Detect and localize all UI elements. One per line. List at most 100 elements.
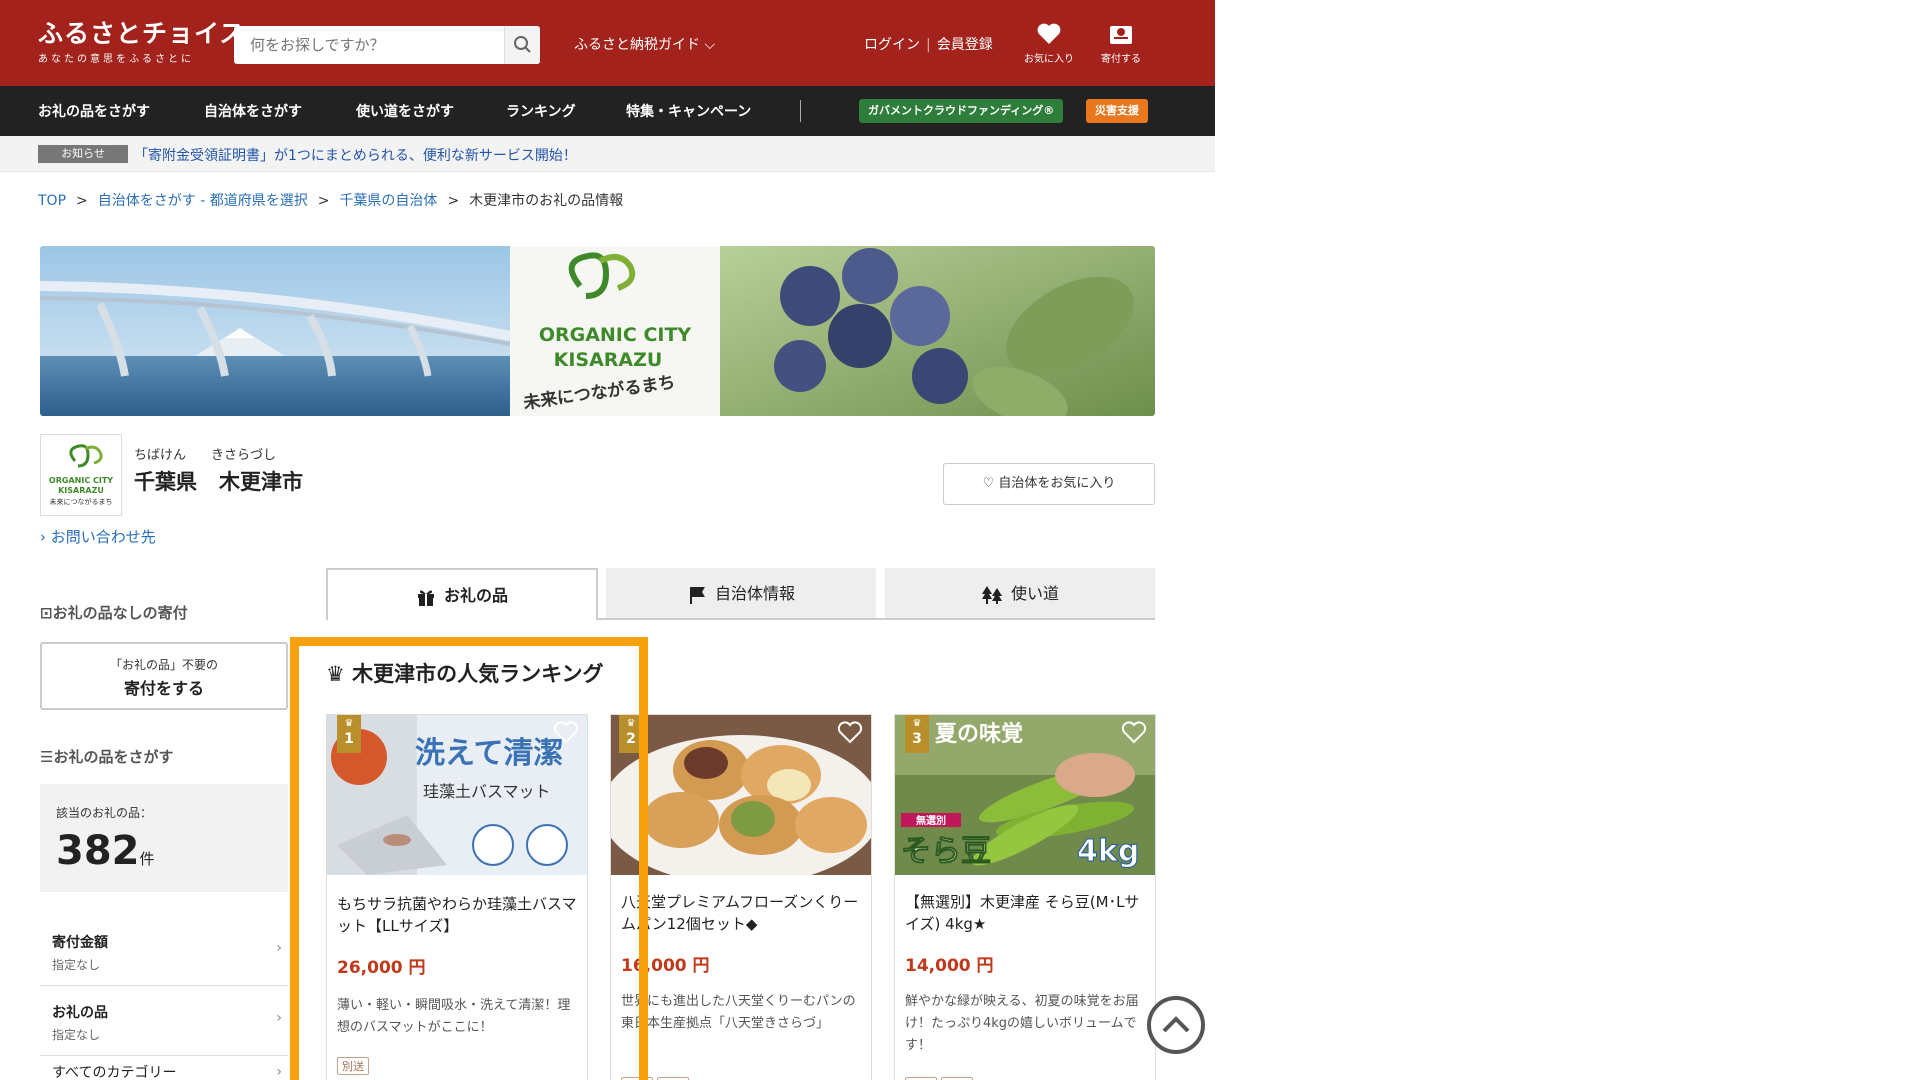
- flag-icon: [689, 586, 705, 604]
- product-description: 鮮やかな緑が映える、初夏の味覚をお届け！たっぷり4kgの嬉しいボリュームです！: [905, 994, 1139, 1053]
- chevron-right-icon: ›: [276, 1064, 282, 1080]
- page: ふるさとチョイス あなたの意思をふるさとに ふるさと納税ガイド ⌵ ログイン|会…: [0, 0, 1215, 1080]
- nav-item-ranking[interactable]: ランキング: [506, 101, 576, 121]
- gift-search-heading-text: お礼の品をさがす: [53, 748, 174, 766]
- logo-brand-line2: KISARAZU: [58, 486, 104, 495]
- breadcrumb-municipality-search[interactable]: 自治体をさがす - 都道府県を選択: [98, 193, 308, 209]
- product-tags: 常温別送: [905, 1075, 977, 1080]
- breadcrumb-chiba[interactable]: 千葉県の自治体: [339, 193, 437, 209]
- result-count-box: 該当のお礼の品： 382件: [40, 784, 288, 892]
- ranking-highlight-frame: [290, 637, 648, 1080]
- city-ruby: きさらづし: [211, 448, 277, 463]
- breadcrumb-top[interactable]: TOP: [38, 193, 66, 209]
- inquiry-link[interactable]: › お問い合わせ先: [40, 526, 156, 547]
- count-value: 382件: [56, 828, 155, 874]
- guide-dropdown[interactable]: ふるさと納税ガイド ⌵: [574, 34, 715, 54]
- no-gift-heading: ⊡お礼の品なしの寄付: [40, 602, 188, 623]
- favorites-label: お気に入り: [1024, 54, 1074, 65]
- product-image-sub: そら豆: [901, 834, 991, 869]
- nav-item-usage[interactable]: 使い道をさがす: [356, 101, 454, 121]
- favorite-heart-icon[interactable]: [1121, 721, 1147, 745]
- favorite-municipality-button[interactable]: ♡ 自治体をお気に入り: [943, 463, 1155, 505]
- filter-gift[interactable]: お礼の品 指定なし ›: [40, 998, 288, 1056]
- notice-bar: お知らせ 「寄附金受領証明書」が1つにまとめられる、便利な新サービス開始！: [0, 136, 1215, 172]
- disaster-support-button[interactable]: 災害支援: [1086, 99, 1148, 123]
- product-title[interactable]: 八天堂プレミアムフローズンくりームパン12個セット◆: [621, 891, 863, 935]
- ranking-card-2[interactable]: ♛ 2 八天堂プレミアムフローズンくりームパン12個セット◆ 16,000 円 世…: [610, 714, 872, 1080]
- donate-header-label: 寄付する: [1101, 54, 1141, 65]
- notice-link[interactable]: 「寄附金受領証明書」が1つにまとめられる、便利な新サービス開始！: [134, 145, 577, 165]
- account-links: ログイン | 会員登録: [864, 37, 993, 53]
- banner-image: ORGANIC CITY KISARAZU 未来につながるまち: [40, 246, 1155, 416]
- gcf-button[interactable]: ガバメントクラウドファンディング®: [859, 99, 1064, 123]
- register-link[interactable]: 会員登録: [937, 37, 993, 53]
- breadcrumb-current: 木更津市のお礼の品情報: [469, 193, 624, 209]
- prefecture-ruby: ちばけん: [134, 448, 187, 463]
- municipality-banner: ORGANIC CITY KISARAZU 未来につながるまち: [40, 246, 1155, 416]
- product-image-headline: 夏の味覚: [935, 721, 1023, 747]
- banner-brand-line2: KISARAZU: [554, 349, 663, 371]
- logo-tagline: 未来につながるまち: [50, 497, 113, 506]
- donate-box-small: 「お礼の品」不要の: [109, 658, 218, 672]
- scroll-to-top-button[interactable]: [1147, 996, 1205, 1054]
- donate-header-button[interactable]: 寄付する: [1091, 22, 1151, 65]
- logo-brand-line1: ORGANIC CITY: [49, 476, 113, 485]
- filter-title: お礼の品: [52, 1005, 108, 1021]
- donate-box-big: 寄付をする: [123, 679, 204, 698]
- product-price: 14,000 円: [905, 956, 994, 976]
- product-title[interactable]: 【無選別】木更津産 そら豆(M･Lサイズ) 4kg★: [905, 891, 1147, 935]
- tab-gifts-label: お礼の品: [443, 586, 508, 605]
- search-icon: [514, 36, 531, 53]
- filter-sub: 指定なし: [52, 1028, 101, 1042]
- filter-title: すべてのカテゴリー: [52, 1065, 177, 1080]
- gift-search-heading: ☰お礼の品をさがす: [40, 746, 173, 767]
- count-unit: 件: [139, 850, 155, 868]
- breadcrumb: TOP > 自治体をさがす - 都道府県を選択 > 千葉県の自治体 > 木更津市のお礼の品情…: [38, 193, 624, 209]
- heart-icon: [1037, 23, 1061, 44]
- chevron-down-icon: ⌵: [704, 37, 716, 53]
- favorite-heart-icon[interactable]: [837, 721, 863, 745]
- search-list-icon: ☰: [40, 748, 54, 766]
- product-description: 世界にも進出した八天堂くりーむパンの東日本生産拠点「八天堂きさらづ」: [621, 994, 856, 1031]
- nav-item-gifts[interactable]: お礼の品をさがす: [38, 101, 150, 121]
- site-header: ふるさとチョイス あなたの意思をふるさとに ふるさと納税ガイド ⌵ ログイン|会…: [0, 0, 1215, 86]
- product-image: ♛ 2: [611, 715, 871, 875]
- tab-usage[interactable]: 使い道: [885, 568, 1155, 620]
- no-gift-heading-text: お礼の品なしの寄付: [52, 604, 188, 622]
- filter-donation-amount[interactable]: 寄付金額 指定なし ›: [40, 928, 288, 986]
- donate-box-icon: [1110, 26, 1132, 44]
- nav-item-campaign[interactable]: 特集・キャンペーン: [626, 101, 751, 121]
- count-number: 382: [56, 828, 140, 874]
- search-box: [234, 26, 540, 64]
- filter-title: 寄付金額: [52, 935, 108, 951]
- site-logo[interactable]: ふるさとチョイス あなたの意思をふるさとに: [38, 20, 245, 66]
- banner-brand-line1: ORGANIC CITY: [539, 324, 692, 346]
- search-input[interactable]: [234, 26, 504, 64]
- heart-outline-icon: ♡: [982, 476, 995, 491]
- product-image: 夏の味覚 無選別 そら豆 4kg ♛ 3: [895, 715, 1155, 875]
- search-button[interactable]: [504, 26, 540, 64]
- rank-number: 3: [912, 731, 922, 747]
- count-label: 該当のお礼の品：: [56, 806, 153, 820]
- prefecture-name: 千葉県: [134, 470, 197, 494]
- tab-municipality-info[interactable]: 自治体情報: [606, 568, 876, 620]
- product-image-weight: 4kg: [1077, 834, 1139, 869]
- gift-icon: [417, 589, 434, 606]
- nav-item-municipalities[interactable]: 自治体をさがす: [204, 101, 302, 121]
- tab-gifts[interactable]: お礼の品: [326, 568, 598, 620]
- ranking-card-3[interactable]: 夏の味覚 無選別 そら豆 4kg ♛ 3 【無選別】木更津産 そら豆(M･Lサイズ…: [894, 714, 1156, 1080]
- product-image-badge: 無選別: [916, 814, 946, 827]
- favorites-button[interactable]: お気に入り: [1019, 22, 1079, 65]
- tab-underline: [596, 618, 1155, 620]
- tab-usage-label: 使い道: [1010, 584, 1059, 603]
- chevron-right-icon: ›: [276, 940, 282, 956]
- municipality-logo: ORGANIC CITY KISARAZU 未来につながるまち: [40, 434, 122, 516]
- filter-category[interactable]: すべてのカテゴリー ›: [40, 1062, 288, 1080]
- city-name: 木更津市: [219, 470, 303, 494]
- favorite-municipality-label: 自治体をお気に入り: [998, 476, 1116, 491]
- login-link[interactable]: ログイン: [864, 37, 920, 53]
- trees-icon: [981, 585, 1002, 604]
- notice-label: お知らせ: [38, 145, 128, 163]
- donate-without-gift-button[interactable]: 「お礼の品」不要の 寄付をする: [40, 642, 288, 710]
- rank-badge: ♛ 3: [905, 715, 929, 753]
